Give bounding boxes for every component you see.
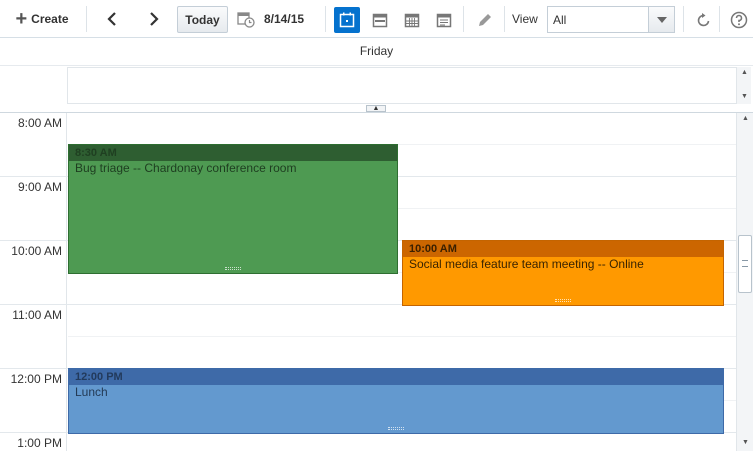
scroll-down-icon[interactable]: ▼: [741, 93, 748, 100]
toolbar: + Create Today 8/14/15 View All: [0, 0, 753, 38]
scroll-up-icon[interactable]: ▲: [742, 115, 749, 122]
view-label: View: [512, 12, 538, 26]
today-button[interactable]: Today: [177, 6, 228, 33]
event-social-media-meeting[interactable]: 10:00 AM Social media feature team meeti…: [402, 240, 724, 306]
create-button[interactable]: + Create: [6, 6, 78, 32]
all-day-splitter: ▲: [0, 105, 753, 113]
date-picker-button[interactable]: [236, 9, 256, 29]
refresh-button[interactable]: [691, 7, 717, 33]
event-time: 10:00 AM: [403, 241, 723, 257]
time-label: 1:00 PM: [17, 436, 62, 450]
refresh-icon: [697, 13, 710, 27]
time-label: 12:00 PM: [10, 372, 62, 386]
event-time: 8:30 AM: [69, 145, 397, 161]
collapse-handle[interactable]: ▲: [366, 105, 386, 112]
previous-button[interactable]: [100, 6, 124, 32]
next-button[interactable]: [142, 6, 166, 32]
grip-icon: [742, 260, 748, 267]
time-label: 8:00 AM: [17, 116, 62, 130]
time-label: 11:00 AM: [12, 308, 62, 322]
day-grid: 8:00 AM 9:00 AM 10:00 AM 11:00 AM 12:00 …: [0, 113, 736, 451]
scroll-down-icon[interactable]: ▼: [742, 439, 749, 446]
event-time: 12:00 PM: [69, 369, 723, 385]
month-grid-icon: [404, 13, 420, 28]
week-calendar-icon: [372, 13, 388, 28]
event-title: Social media feature team meeting -- Onl…: [409, 257, 644, 271]
event-bug-triage[interactable]: 8:30 AM Bug triage -- Chardonay conferen…: [68, 144, 398, 274]
scroll-up-icon[interactable]: ▲: [741, 69, 748, 76]
all-day-scrollbar[interactable]: ▲ ▼: [736, 67, 751, 104]
toolbar-divider: [683, 6, 684, 32]
time-label: 10:00 AM: [11, 244, 62, 258]
list-calendar-icon: [436, 13, 452, 28]
event-title: Lunch: [75, 385, 108, 399]
vertical-scrollbar[interactable]: ▲ ▼: [736, 113, 753, 451]
day-view-button[interactable]: [334, 7, 360, 33]
resize-handle[interactable]: [555, 299, 571, 302]
day-header: Friday: [0, 38, 753, 66]
current-date: 8/14/15: [264, 12, 305, 26]
view-select-value: All: [553, 13, 567, 27]
toolbar-divider: [504, 6, 505, 32]
time-column: 8:00 AM 9:00 AM 10:00 AM 11:00 AM 12:00 …: [0, 113, 67, 451]
time-label: 9:00 AM: [17, 180, 62, 194]
help-icon: [730, 11, 748, 29]
resize-handle[interactable]: [388, 427, 404, 430]
pencil-icon: [479, 14, 491, 26]
toolbar-divider: [86, 6, 87, 32]
plus-icon: +: [15, 8, 28, 30]
work-week-view-button[interactable]: [367, 7, 393, 33]
dropdown-arrow-icon[interactable]: [648, 7, 674, 32]
week-view-button[interactable]: [399, 7, 425, 33]
create-label: Create: [31, 12, 69, 26]
all-day-area[interactable]: [67, 67, 737, 104]
chevron-right-icon: [150, 12, 159, 26]
list-view-button[interactable]: [431, 7, 457, 33]
resize-handle[interactable]: [225, 267, 241, 270]
toolbar-divider: [325, 6, 326, 32]
edit-button[interactable]: [472, 7, 498, 33]
chevron-left-icon: [107, 12, 116, 26]
toolbar-divider: [719, 6, 720, 32]
day-calendar-icon: [339, 12, 355, 28]
help-button[interactable]: [726, 7, 752, 33]
scroll-thumb[interactable]: [738, 235, 752, 293]
event-lunch[interactable]: 12:00 PM Lunch: [68, 368, 724, 434]
day-name: Friday: [359, 44, 394, 58]
view-select[interactable]: All: [547, 6, 675, 33]
event-title: Bug triage -- Chardonay conference room: [75, 161, 297, 175]
half-hour-line: [68, 336, 736, 337]
toolbar-divider: [463, 6, 464, 32]
calendar-clock-icon: [237, 12, 255, 28]
